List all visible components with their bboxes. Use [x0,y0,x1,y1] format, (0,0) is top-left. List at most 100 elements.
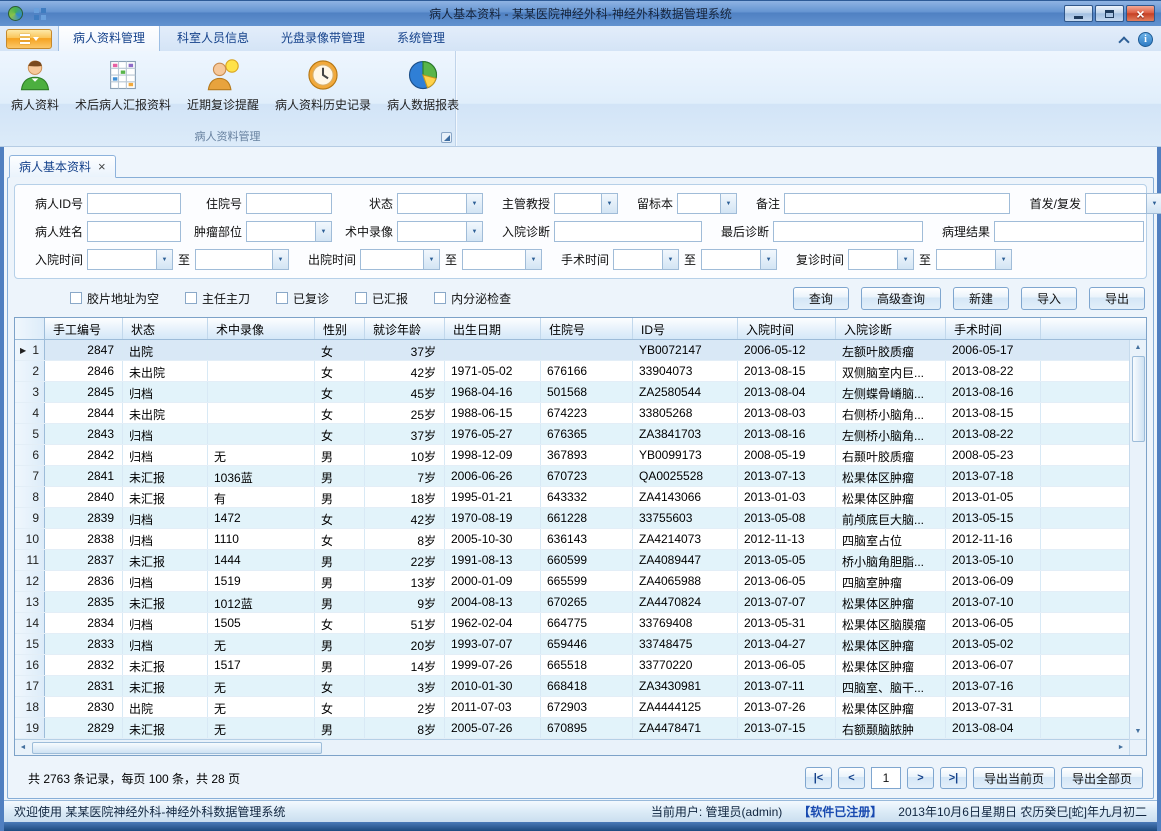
grid-cell[interactable]: YB0099173 [633,445,738,465]
table-row[interactable]: 122836归档1519男13岁2000-01-09665599ZA406598… [15,571,1146,592]
grid-cell[interactable]: 2006-05-17 [946,340,1041,360]
grid-cell[interactable] [208,340,315,360]
grid-cell[interactable]: 归档 [123,424,208,444]
grid-cell[interactable]: 2013-05-02 [946,634,1041,654]
grid-cell[interactable]: 2013-01-03 [738,487,836,507]
grid-cell[interactable]: 2013-05-05 [738,550,836,570]
grid-cell[interactable]: 未汇报 [123,466,208,486]
grid-cell[interactable] [445,340,541,360]
grid-cell[interactable]: 33748475 [633,634,738,654]
grid-cell[interactable]: 1472 [208,508,315,528]
export-button[interactable]: 导出 [1089,287,1145,310]
grid-column-header[interactable]: 手工编号 [45,318,123,339]
ribbon-button-data-report[interactable]: 病人数据报表 [380,54,466,127]
grid-cell[interactable]: 女 [315,676,365,696]
grid-cell[interactable]: 女 [315,361,365,381]
grid-cell[interactable]: 2838 [45,529,123,549]
grid-cell[interactable]: 33755603 [633,508,738,528]
chief-surgeon-checkbox[interactable]: 主任主刀 [185,290,250,307]
chevron-down-icon[interactable]: ▼ [466,222,482,241]
grid-cell[interactable]: 1110 [208,529,315,549]
grid-cell[interactable]: 1012蓝 [208,592,315,612]
close-tab-icon[interactable]: × [98,160,106,173]
checkbox-icon[interactable] [434,292,446,304]
table-row[interactable]: 112837未汇报1444男22岁1991-08-13660599ZA40894… [15,550,1146,571]
grid-cell[interactable]: 1998-12-09 [445,445,541,465]
chevron-down-icon[interactable]: ▼ [315,222,331,241]
grid-cell[interactable]: 3岁 [365,676,445,696]
grid-cell[interactable]: 2846 [45,361,123,381]
chevron-down-icon[interactable]: ▼ [1146,194,1161,213]
grid-cell[interactable]: 33904073 [633,361,738,381]
revisit-date-from[interactable]: ▼ [848,249,914,270]
intraop-video-combo[interactable]: ▼ [397,221,483,242]
grid-cell[interactable]: 松果体区肿瘤 [836,592,946,612]
grid-cell[interactable]: 661228 [541,508,633,528]
export-all-pages-button[interactable]: 导出全部页 [1061,767,1143,789]
table-row[interactable]: 32845归档女45岁1968-04-16501568ZA25805442013… [15,382,1146,403]
grid-cell[interactable]: 未出院 [123,403,208,423]
grid-cell[interactable]: 男 [315,592,365,612]
chevron-down-icon[interactable]: ▼ [423,250,439,269]
grid-cell[interactable]: 2013-08-16 [946,382,1041,402]
vertical-scroll-thumb[interactable] [1132,356,1145,442]
table-row[interactable]: 132835未汇报1012蓝男9岁2004-08-13670265ZA44708… [15,592,1146,613]
grid-cell[interactable]: 672903 [541,697,633,717]
grid-cell[interactable]: 2013-07-11 [738,676,836,696]
chevron-down-icon[interactable]: ▼ [466,194,482,213]
grid-column-header[interactable]: 手术时间 [946,318,1041,339]
film-address-empty-checkbox[interactable]: 胶片地址为空 [70,290,159,307]
chevron-down-icon[interactable]: ▼ [662,250,678,269]
grid-cell[interactable]: 2837 [45,550,123,570]
grid-cell[interactable]: 归档 [123,529,208,549]
grid-cell[interactable]: 45岁 [365,382,445,402]
grid-cell[interactable]: ZA4065988 [633,571,738,591]
table-row[interactable]: 102838归档1110女8岁2005-10-30636143ZA4214073… [15,529,1146,550]
grid-cell[interactable]: 四脑室、脑干... [836,676,946,696]
grid-cell[interactable]: 男 [315,550,365,570]
grid-cell[interactable]: 37岁 [365,340,445,360]
patient-name-input[interactable] [87,221,181,242]
table-row[interactable]: 142834归档1505女51岁1962-02-0466477533769408… [15,613,1146,634]
table-row[interactable]: 162832未汇报1517男14岁1999-07-266655183377022… [15,655,1146,676]
grid-column-header[interactable]: 入院时间 [738,318,836,339]
table-row[interactable]: 82840未汇报有男18岁1995-01-21643332ZA414306620… [15,487,1146,508]
grid-cell[interactable]: 2005-10-30 [445,529,541,549]
grid-cell[interactable]: 22岁 [365,550,445,570]
grid-cell[interactable]: 女 [315,340,365,360]
grid-cell[interactable]: 无 [208,445,315,465]
grid-cell[interactable]: 男 [315,445,365,465]
grid-cell[interactable]: 女 [315,424,365,444]
grid-cell[interactable]: 2842 [45,445,123,465]
grid-cell[interactable]: 1988-06-15 [445,403,541,423]
ribbon-tab-department-staff[interactable]: 科室人员信息 [162,24,264,51]
grid-cell[interactable]: 664775 [541,613,633,633]
grid-cell[interactable]: 2008-05-19 [738,445,836,465]
ribbon-button-patient-info[interactable]: 病人资料 [4,54,66,127]
table-row[interactable]: 192829未汇报无男8岁2005-07-26670895ZA447847120… [15,718,1146,739]
grid-cell[interactable]: ZA3430981 [633,676,738,696]
grid-cell[interactable]: ZA4143066 [633,487,738,507]
grid-cell[interactable]: 2008-05-23 [946,445,1041,465]
grid-cell[interactable]: 1519 [208,571,315,591]
grid-column-header[interactable]: 入院诊断 [836,318,946,339]
grid-cell[interactable]: 女 [315,613,365,633]
grid-cell[interactable]: 2830 [45,697,123,717]
grid-cell[interactable]: 未汇报 [123,718,208,738]
grid-cell[interactable]: 出院 [123,340,208,360]
grid-cell[interactable]: 男 [315,634,365,654]
grid-cell[interactable]: 1993-07-07 [445,634,541,654]
grid-cell[interactable]: 男 [315,718,365,738]
grid-cell[interactable]: 2012-11-16 [946,529,1041,549]
grid-cell[interactable]: 670723 [541,466,633,486]
grid-cell[interactable]: 20岁 [365,634,445,654]
grid-cell[interactable]: 右侧桥小脑角... [836,403,946,423]
grid-cell[interactable]: 25岁 [365,403,445,423]
grid-cell[interactable]: 8岁 [365,718,445,738]
grid-cell[interactable]: 2013-07-07 [738,592,836,612]
grid-cell[interactable]: 2013-06-07 [946,655,1041,675]
grid-cell[interactable]: 有 [208,487,315,507]
grid-cell[interactable]: 2833 [45,634,123,654]
grid-cell[interactable]: 2013-07-10 [946,592,1041,612]
grid-cell[interactable]: 10岁 [365,445,445,465]
